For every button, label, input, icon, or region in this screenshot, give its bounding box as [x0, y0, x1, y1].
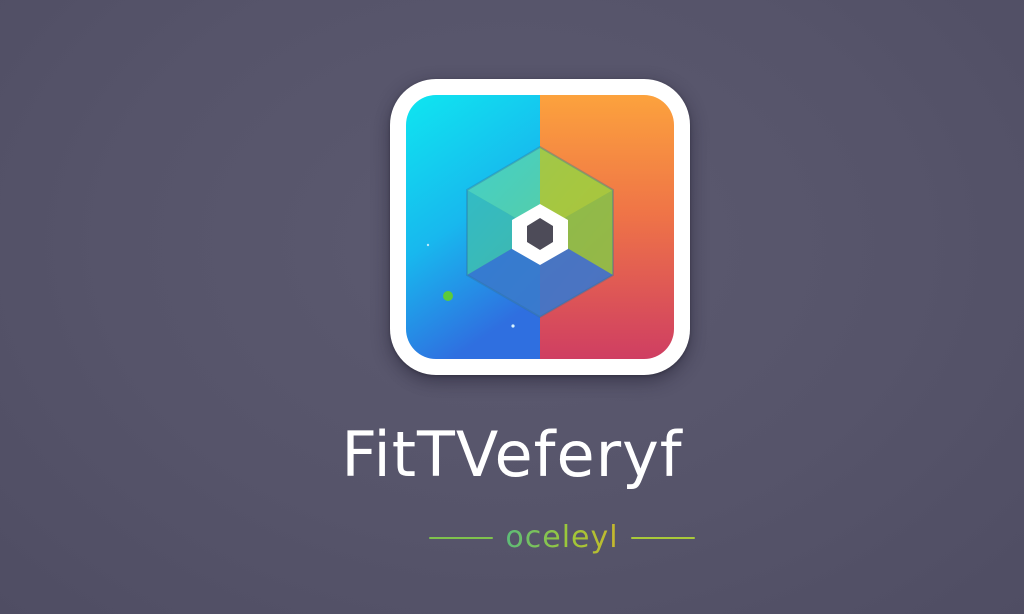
tagline-divider-right	[630, 537, 695, 539]
brand-name: FitTVeferyf	[341, 418, 683, 491]
tagline-divider-left	[429, 537, 494, 539]
tagline: oceleyl	[505, 518, 618, 558]
tagline-row: oceleyl	[398, 518, 726, 558]
app-logo-icon	[390, 79, 690, 375]
hexagon-icon	[406, 95, 674, 359]
